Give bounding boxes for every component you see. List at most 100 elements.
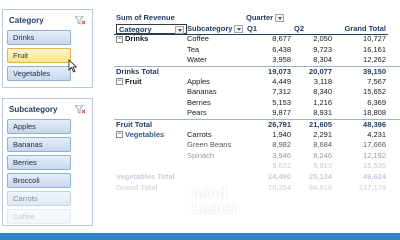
clear-filter-icon[interactable] <box>74 104 86 114</box>
grand-total-cell: 7,567 <box>367 76 386 86</box>
watermark-line1: Mind <box>192 185 227 202</box>
q2-cell: 1,216 <box>313 97 332 107</box>
q1-cell: 9,622 <box>272 161 291 171</box>
grand-total-cell: 16,161 <box>363 44 386 54</box>
slicer-item-berries[interactable]: Berries <box>7 155 71 170</box>
category-cell: − Vegetables <box>116 130 164 141</box>
q2-total-cell: 25,134 <box>309 171 332 181</box>
subcategory-cell: Berries <box>187 97 211 107</box>
grand-total-cell: 17,666 <box>363 140 386 150</box>
q1-cell: 8,677 <box>272 34 291 44</box>
category-slicer-header: Category <box>3 10 92 30</box>
q2-cell: 2,050 <box>313 34 332 44</box>
table-row: Pears 9,877 8,931 18,808 <box>114 108 400 119</box>
q1-cell: 3,958 <box>272 55 291 65</box>
q2-cell: 8,246 <box>313 150 332 160</box>
collapse-icon[interactable]: − <box>116 131 123 139</box>
slicer-item-drinks[interactable]: Drinks <box>7 30 71 45</box>
category-cell: − Drinks <box>116 34 148 45</box>
slicer-item-apples[interactable]: Apples <box>7 119 71 134</box>
q1-cell: 4,449 <box>272 76 291 86</box>
q1-cell: 8,982 <box>272 140 291 150</box>
col-q2-header: Q2 <box>294 23 305 33</box>
col-q1-header: Q1 <box>247 23 258 33</box>
table-row: − Drinks Coffee 8,677 2,050 10,727 <box>114 34 400 45</box>
grand-total-cell: 10,727 <box>363 34 386 44</box>
table-row: Tea 6,438 9,723 16,161 <box>114 45 400 56</box>
slicer-item-carrots[interactable]: Carrots <box>7 191 71 206</box>
subcategory-cell: Tea <box>187 44 200 54</box>
table-row: Bananas 7,312 8,340 15,652 <box>114 87 400 98</box>
grand-total-cell: 15,652 <box>363 87 386 97</box>
watermark-text: Mind Luster <box>192 186 238 216</box>
table-row: − Fruit Apples 4,449 3,118 7,567 <box>114 77 400 88</box>
grand-total-cell: 12,192 <box>363 150 386 160</box>
q2-cell: 8,304 <box>313 55 332 65</box>
grand-total-cell: 15,535 <box>363 161 386 171</box>
q1-cell: 9,877 <box>272 108 291 118</box>
q2-cell: 8,340 <box>313 87 332 97</box>
q1-cell: 1,940 <box>272 129 291 139</box>
q1-total-cell: 24,490 <box>268 171 291 181</box>
subcategory-cell: Green Beans <box>187 140 232 150</box>
clear-filter-icon[interactable] <box>74 15 86 25</box>
subtotal-label: Vegetables Total <box>116 171 175 181</box>
slicer-item-fruit[interactable]: Fruit <box>7 48 71 63</box>
category-label: Fruit <box>125 76 142 86</box>
subcategory-cell: Pears <box>187 108 207 118</box>
bottom-accent-bar <box>0 233 400 240</box>
mouse-cursor-icon <box>68 59 78 73</box>
q2-cell: 8,684 <box>313 140 332 150</box>
subrow-field-dropdown-icon[interactable] <box>234 24 244 33</box>
collapse-icon[interactable]: − <box>116 78 123 86</box>
grand-total-cell: 4,231 <box>367 129 386 139</box>
subrow-field-label[interactable]: Subcategory <box>187 23 244 35</box>
column-field-dropdown-icon[interactable] <box>275 14 285 23</box>
values-field-label: Sum of Revenue <box>116 13 175 22</box>
table-row: Green Beans 8,982 8,684 17,666 <box>114 140 400 151</box>
slicer-item-bananas[interactable]: Bananas <box>7 137 71 152</box>
slicer-item-vegetables[interactable]: Vegetables <box>7 66 71 81</box>
category-cell: − Fruit <box>116 77 142 88</box>
slicer-item-coffee[interactable]: Coffee <box>7 209 71 224</box>
column-field-text: Quarter <box>246 13 274 22</box>
q2-cell: 8,931 <box>313 108 332 118</box>
collapse-icon[interactable]: − <box>116 35 123 43</box>
slicer-item-broccoli[interactable]: Broccoli <box>7 173 71 188</box>
table-row: Spinach 3,946 8,246 12,192 <box>114 151 400 162</box>
brain-logo-icon <box>161 187 187 214</box>
row-field-selected-cell[interactable]: Category <box>116 23 187 35</box>
mindluster-watermark: Mind Luster <box>160 186 238 216</box>
subcategory-cell: Bananas <box>187 87 217 97</box>
grand-total-label: Grand Total <box>116 182 158 192</box>
table-row: Water 3,958 8,304 12,262 <box>114 55 400 66</box>
subrow-field-text: Subcategory <box>187 23 233 33</box>
grand-total-cell: 18,808 <box>363 108 386 118</box>
row-field-dropdown-icon[interactable] <box>175 25 184 34</box>
subcategory-cell: Spinach <box>187 150 215 160</box>
q2-cell: 9,723 <box>313 44 332 54</box>
table-row: 9,622 5,913 15,535 <box>114 161 400 172</box>
grand-total-cell: 49,624 <box>363 171 386 181</box>
q1-total-cell: 70,354 <box>268 182 291 192</box>
subcategory-cell: Apples <box>187 76 210 86</box>
pivot-header-row: Sum of Revenue Quarter <box>114 13 400 24</box>
subcategory-slicer: Subcategory Apples Bananas Berries Brocc… <box>2 98 93 226</box>
table-row: − Vegetables Carrots 1,940 2,291 4,231 <box>114 130 400 141</box>
subtotal-row: Fruit Total 26,791 21,605 48,396 <box>114 118 400 130</box>
column-field-label[interactable]: Quarter <box>246 13 285 24</box>
subtotal-row: Drinks Total 19,073 20,077 39,150 <box>114 65 400 77</box>
subcategory-cell: Coffee <box>187 34 209 44</box>
q2-total-cell: 66,816 <box>309 182 332 192</box>
grand-total-row: Grand Total 70,354 66,816 137,170 <box>114 183 400 194</box>
category-label: Drinks <box>125 34 149 44</box>
subcategory-slicer-title: Subcategory <box>9 104 58 114</box>
q1-cell: 5,153 <box>272 97 291 107</box>
q2-cell: 5,913 <box>313 161 332 171</box>
subtotal-row: Vegetables Total 24,490 25,134 49,624 <box>114 172 400 183</box>
table-row: Berries 5,153 1,216 6,369 <box>114 98 400 109</box>
grand-total-cell: 137,170 <box>358 182 386 192</box>
subcategory-cell: Water <box>187 55 207 65</box>
category-label: Vegetables <box>125 129 165 139</box>
subcategory-slicer-header: Subcategory <box>3 99 92 119</box>
